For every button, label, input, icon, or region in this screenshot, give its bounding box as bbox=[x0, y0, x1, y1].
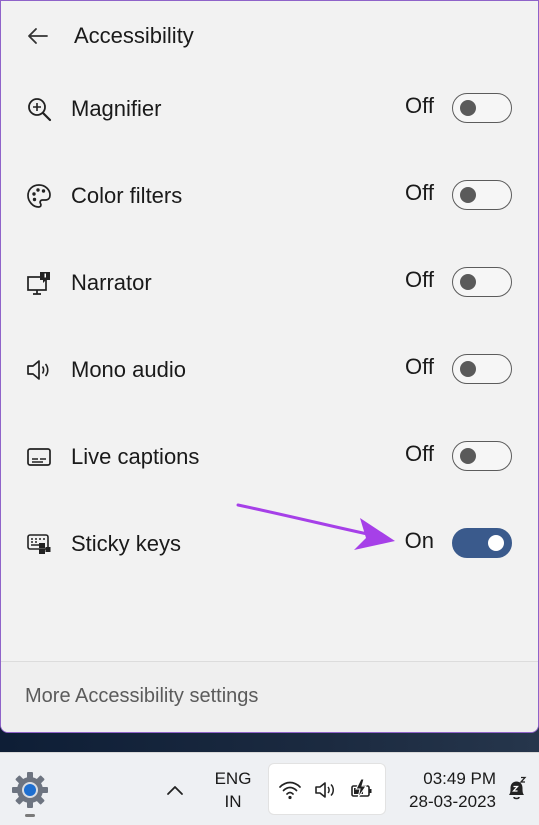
notifications-button[interactable] bbox=[504, 775, 530, 803]
setting-label: Mono audio bbox=[71, 357, 186, 382]
page-title: Accessibility bbox=[74, 23, 194, 48]
setting-label: Live captions bbox=[71, 444, 200, 469]
setting-row-live-captions: Live captions Off bbox=[1, 427, 538, 487]
more-accessibility-settings-link[interactable]: More Accessibility settings bbox=[25, 685, 258, 708]
toggle-state-text: Off bbox=[405, 354, 434, 379]
back-button[interactable] bbox=[23, 21, 53, 51]
sticky-keys-icon bbox=[23, 528, 55, 560]
flyout-footer: More Accessibility settings bbox=[1, 661, 538, 732]
toggle-knob bbox=[460, 361, 476, 377]
toggle-state-text: Off bbox=[405, 93, 434, 118]
setting-label: Narrator bbox=[71, 270, 152, 295]
setting-row-color-filters: Color filters Off bbox=[1, 166, 538, 226]
toggle-state-text: Off bbox=[405, 267, 434, 292]
flyout-header: Accessibility bbox=[1, 1, 538, 73]
narrator-icon bbox=[23, 267, 55, 299]
mono-audio-icon bbox=[23, 354, 55, 386]
battery-charging-icon bbox=[349, 777, 375, 803]
toggle-knob bbox=[460, 187, 476, 203]
narrator-toggle[interactable] bbox=[452, 267, 512, 297]
sticky-keys-toggle[interactable] bbox=[452, 528, 512, 558]
quick-settings-tray[interactable] bbox=[268, 763, 386, 815]
language-code: ENG bbox=[214, 769, 252, 788]
show-hidden-icons-button[interactable] bbox=[162, 777, 188, 803]
settings-gear-icon bbox=[12, 772, 48, 808]
language-region: IN bbox=[224, 792, 242, 811]
live-captions-icon bbox=[23, 441, 55, 473]
color-filters-toggle[interactable] bbox=[452, 180, 512, 210]
color-filters-icon bbox=[23, 180, 55, 212]
mono-audio-toggle[interactable] bbox=[452, 354, 512, 384]
setting-row-mono-audio: Mono audio Off bbox=[1, 340, 538, 400]
back-arrow-icon bbox=[28, 28, 48, 44]
setting-row-narrator: Narrator Off bbox=[1, 253, 538, 313]
toggle-knob bbox=[488, 535, 504, 551]
input-language-indicator[interactable]: ENG IN bbox=[210, 767, 256, 813]
setting-row-sticky-keys: Sticky keys On bbox=[1, 514, 538, 574]
setting-row-magnifier: Magnifier Off bbox=[1, 79, 538, 139]
notification-bell-do-not-disturb-icon bbox=[509, 776, 527, 800]
accessibility-flyout: Accessibility Magnifier Off Color filter… bbox=[0, 0, 539, 733]
toggle-state-text: On bbox=[404, 528, 434, 553]
clock-time: 03:49 PM bbox=[423, 769, 496, 788]
clock-date: 28-03-2023 bbox=[409, 792, 496, 811]
taskbar: ENG IN 03:49 PM 28-03-2023 bbox=[0, 752, 539, 825]
toggle-knob bbox=[460, 448, 476, 464]
wifi-icon bbox=[277, 777, 303, 803]
setting-label: Sticky keys bbox=[71, 531, 182, 556]
toggle-state-text: Off bbox=[405, 180, 434, 205]
toggle-state-text: Off bbox=[405, 441, 434, 466]
volume-icon bbox=[313, 777, 339, 803]
toggle-knob bbox=[460, 100, 476, 116]
taskbar-clock[interactable]: 03:49 PM 28-03-2023 bbox=[396, 767, 496, 813]
magnifier-icon bbox=[23, 93, 55, 125]
setting-label: Color filters bbox=[71, 183, 183, 208]
chevron-up-icon bbox=[167, 786, 183, 795]
running-app-indicator bbox=[25, 814, 35, 817]
toggle-knob bbox=[460, 274, 476, 290]
live-captions-toggle[interactable] bbox=[452, 441, 512, 471]
settings-app-button[interactable] bbox=[9, 769, 51, 811]
magnifier-toggle[interactable] bbox=[452, 93, 512, 123]
setting-label: Magnifier bbox=[71, 96, 162, 121]
